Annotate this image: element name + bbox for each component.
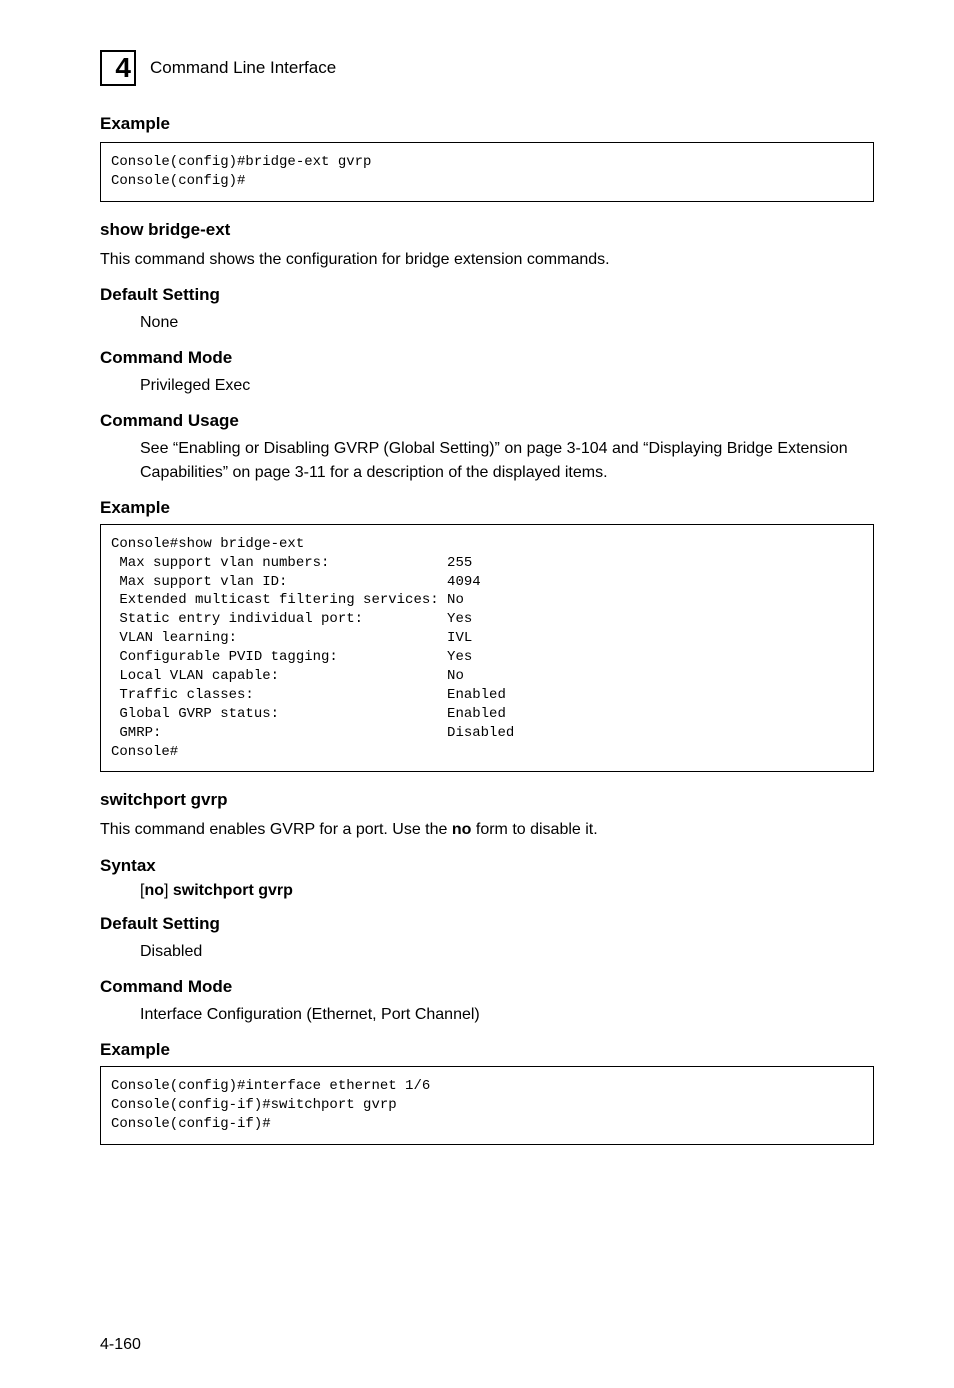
show-bridge-ext-heading: show bridge-ext xyxy=(100,220,874,240)
command-mode-heading-1: Command Mode xyxy=(100,348,874,368)
example-heading-1: Example xyxy=(100,114,874,134)
example-heading-2: Example xyxy=(100,498,874,518)
show-bridge-ext-desc: This command shows the configuration for… xyxy=(100,248,874,271)
header-title: Command Line Interface xyxy=(150,58,336,78)
code-block-3: Console(config)#interface ethernet 1/6 C… xyxy=(100,1066,874,1145)
page-header: 4 Command Line Interface xyxy=(100,50,874,86)
default-setting-heading-2: Default Setting xyxy=(100,914,874,934)
page-number: 4-160 xyxy=(100,1336,141,1354)
command-mode-value-1: Privileged Exec xyxy=(100,374,874,397)
chapter-icon: 4 xyxy=(100,50,136,86)
code-block-2: Console#show bridge-ext Max support vlan… xyxy=(100,524,874,773)
syntax-heading: Syntax xyxy=(100,856,874,876)
command-usage-value: See “Enabling or Disabling GVRP (Global … xyxy=(100,437,874,483)
switchport-gvrp-heading: switchport gvrp xyxy=(100,790,874,810)
page: 4 Command Line Interface Example Console… xyxy=(0,0,954,1388)
chapter-number: 4 xyxy=(115,52,131,84)
code-block-1: Console(config)#bridge-ext gvrp Console(… xyxy=(100,142,874,202)
example-heading-3: Example xyxy=(100,1040,874,1060)
switchport-gvrp-desc: This command enables GVRP for a port. Us… xyxy=(100,818,874,841)
command-mode-heading-2: Command Mode xyxy=(100,977,874,997)
desc-bold: no xyxy=(452,821,472,838)
command-mode-value-2: Interface Configuration (Ethernet, Port … xyxy=(100,1003,874,1026)
default-setting-value-1: None xyxy=(100,311,874,334)
default-setting-heading-1: Default Setting xyxy=(100,285,874,305)
syntax-close-bracket: ] xyxy=(164,882,173,899)
desc-post: form to disable it. xyxy=(471,821,597,838)
syntax-line: [no] switchport gvrp xyxy=(100,882,874,900)
default-setting-value-2: Disabled xyxy=(100,940,874,963)
syntax-no: no xyxy=(144,882,164,899)
command-usage-heading: Command Usage xyxy=(100,411,874,431)
desc-pre: This command enables GVRP for a port. Us… xyxy=(100,821,452,838)
syntax-cmd: switchport gvrp xyxy=(173,882,293,899)
